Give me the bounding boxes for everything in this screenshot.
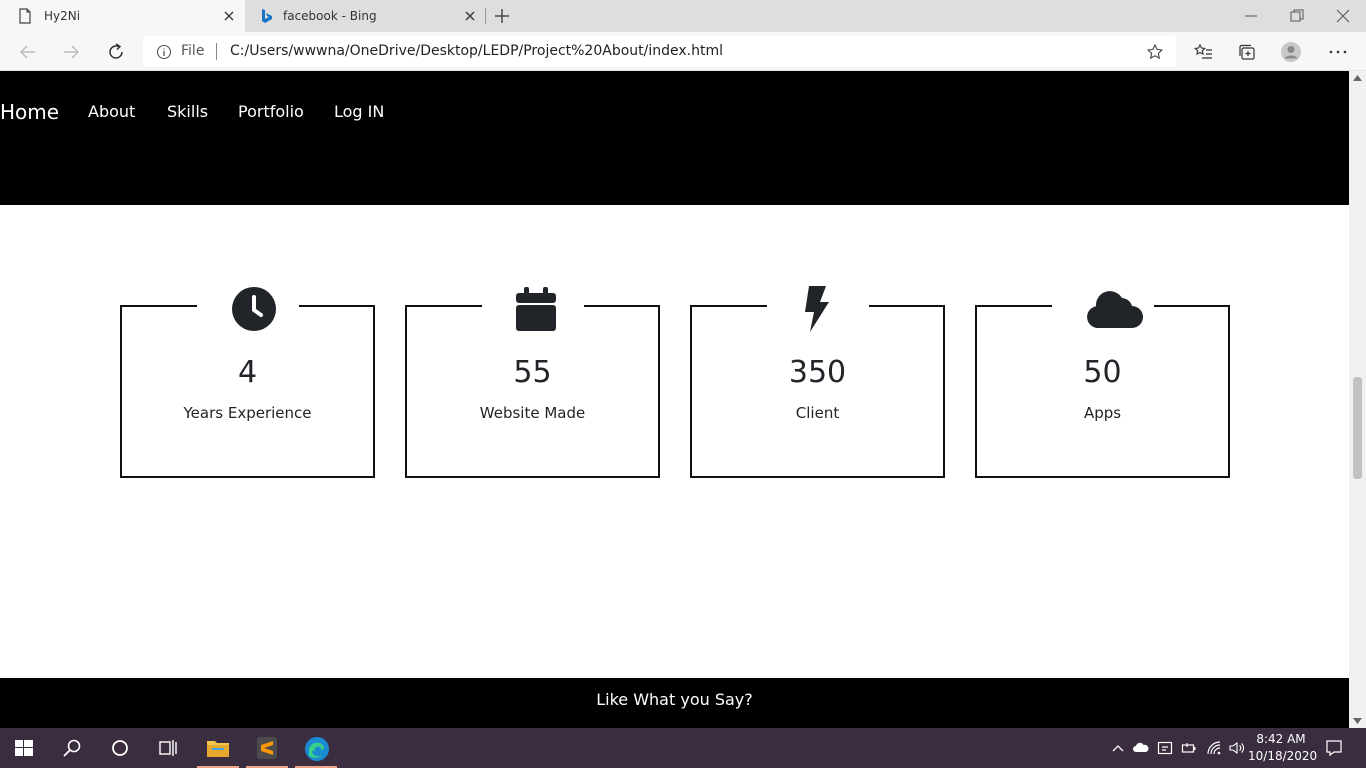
stat-number: 50	[1083, 355, 1122, 390]
tab-strip: Hy2Ni facebook - Bing	[0, 0, 1366, 32]
refresh-icon[interactable]	[105, 41, 127, 63]
stat-label: Website Made	[479, 404, 586, 422]
collections-icon[interactable]	[1236, 41, 1258, 63]
calendar-icon	[516, 287, 556, 331]
nav-portfolio[interactable]: Portfolio	[238, 102, 304, 121]
minimize-icon[interactable]	[1241, 6, 1261, 26]
sublime-text-icon	[257, 737, 277, 759]
taskbar-file-explorer[interactable]	[194, 728, 242, 768]
taskbar-sublime-text[interactable]	[243, 728, 291, 768]
nav-login[interactable]: Log IN	[334, 102, 384, 121]
notification-icon[interactable]	[1325, 739, 1343, 757]
volume-icon[interactable]	[1229, 740, 1245, 756]
window-close-icon[interactable]	[1333, 6, 1353, 26]
tab-separator	[485, 8, 486, 24]
site-footer: Like What you Say?	[0, 678, 1349, 728]
cloud-icon	[1087, 291, 1143, 328]
favorites-icon[interactable]	[1192, 41, 1214, 63]
site-header: Home About Skills Portfolio Log IN	[0, 71, 1349, 205]
windows-taskbar: 8:42 AM 10/18/2020	[0, 728, 1366, 768]
clock-date: 10/18/2020	[1248, 749, 1318, 763]
page-icon	[19, 8, 31, 24]
browser-toolbar: File C:/Users/wwwna/OneDrive/Desktop/LED…	[0, 32, 1366, 71]
start-button[interactable]	[0, 728, 48, 768]
tab-facebook-bing[interactable]: facebook - Bing	[246, 0, 486, 32]
chevron-up-icon[interactable]	[1110, 740, 1126, 756]
stat-number: 350	[788, 355, 847, 390]
search-button[interactable]	[48, 728, 96, 768]
more-menu-icon[interactable]	[1327, 41, 1349, 63]
nav-about[interactable]: About	[88, 102, 135, 121]
cortana-button[interactable]	[96, 728, 144, 768]
tab-title: facebook - Bing	[283, 9, 377, 23]
stat-number: 55	[513, 355, 552, 390]
profile-icon[interactable]	[1280, 41, 1302, 63]
windows-icon	[15, 740, 33, 756]
stat-number: 4	[237, 355, 258, 390]
task-view-icon	[159, 740, 177, 756]
taskbar-edge[interactable]	[292, 728, 340, 768]
url-text[interactable]: C:/Users/wwwna/OneDrive/Desktop/LEDP/Pro…	[230, 43, 723, 59]
edge-icon	[305, 737, 329, 761]
scroll-down-icon[interactable]	[1353, 718, 1362, 724]
cortana-icon	[112, 740, 128, 756]
url-divider	[216, 43, 217, 60]
scrollbar-thumb[interactable]	[1353, 377, 1362, 479]
onedrive-icon[interactable]	[1133, 740, 1149, 756]
address-bar[interactable]: File C:/Users/wwwna/OneDrive/Desktop/LED…	[143, 36, 1176, 67]
close-icon[interactable]	[462, 8, 478, 24]
stat-label: Client	[795, 404, 840, 422]
restore-icon[interactable]	[1287, 6, 1307, 26]
footer-text: Like What you Say?	[596, 690, 753, 709]
forward-icon[interactable]	[60, 41, 82, 63]
system-clock[interactable]: 8:42 AM 10/18/2020	[1248, 731, 1318, 765]
task-view-button[interactable]	[144, 728, 192, 768]
clock-icon	[232, 287, 276, 331]
url-scheme-label: File	[181, 43, 205, 59]
star-icon[interactable]	[1146, 43, 1164, 61]
nav-home[interactable]: Home	[0, 100, 59, 124]
stat-label: Apps	[1083, 404, 1122, 422]
page-viewport: Home About Skills Portfolio Log IN 4 Yea…	[0, 71, 1349, 728]
bing-icon	[262, 9, 272, 23]
nav-skills[interactable]: Skills	[167, 102, 208, 121]
back-icon[interactable]	[17, 41, 39, 63]
folder-icon	[207, 741, 229, 757]
close-icon[interactable]	[221, 8, 237, 24]
wifi-icon[interactable]	[1206, 740, 1222, 756]
clock-time: 8:42 AM	[1256, 732, 1306, 746]
tab-hy2ni[interactable]: Hy2Ni	[0, 0, 245, 32]
stat-label: Years Experience	[183, 404, 312, 422]
battery-icon[interactable]	[1181, 740, 1197, 756]
scroll-up-icon[interactable]	[1353, 75, 1362, 81]
lightning-icon	[805, 286, 829, 332]
page-scrollbar[interactable]	[1349, 71, 1366, 728]
new-tab-icon[interactable]	[492, 6, 512, 26]
search-icon	[63, 739, 81, 757]
tab-title: Hy2Ni	[44, 9, 81, 23]
security-icon[interactable]	[1157, 740, 1173, 756]
info-icon[interactable]	[156, 44, 172, 60]
